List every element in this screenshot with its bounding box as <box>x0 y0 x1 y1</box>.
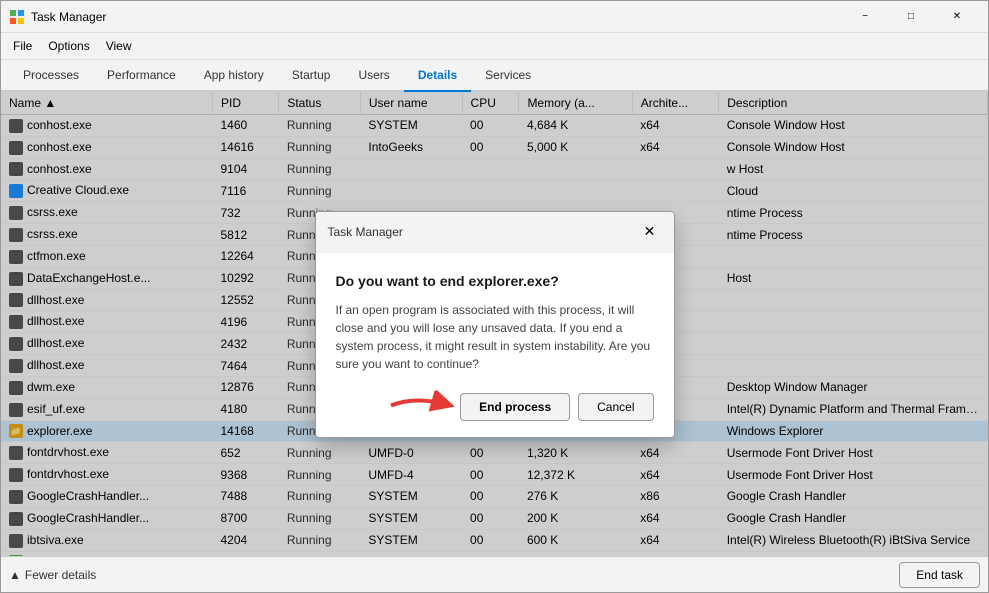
dialog-description: If an open program is associated with th… <box>336 301 654 373</box>
fewer-details-label: Fewer details <box>25 568 96 582</box>
maximize-button[interactable]: □ <box>888 1 934 33</box>
window-title: Task Manager <box>31 10 842 24</box>
minimize-button[interactable]: − <box>842 1 888 33</box>
dialog-title: Task Manager <box>328 225 638 239</box>
tab-users[interactable]: Users <box>344 60 403 92</box>
dialog-overlay: Task Manager ✕ Do you want to end explor… <box>1 92 988 556</box>
tab-performance[interactable]: Performance <box>93 60 190 92</box>
tab-details[interactable]: Details <box>404 60 471 92</box>
menu-view[interactable]: View <box>98 35 140 57</box>
dialog-body: Do you want to end explorer.exe? If an o… <box>316 253 674 437</box>
cancel-button[interactable]: Cancel <box>578 393 653 421</box>
task-manager-window: Task Manager − □ ✕ File Options View Pro… <box>0 0 989 593</box>
tab-services[interactable]: Services <box>471 60 545 92</box>
dialog-question: Do you want to end explorer.exe? <box>336 273 654 289</box>
footer: ▲ Fewer details End task <box>1 556 988 592</box>
window-controls: − □ ✕ <box>842 1 980 33</box>
tabs-bar: Processes Performance App history Startu… <box>1 60 988 92</box>
arrow-icon <box>386 390 466 420</box>
content-area: Name ▲ PID Status User name CPU Memory (… <box>1 92 988 556</box>
end-task-button[interactable]: End task <box>899 562 980 588</box>
arrow-indicator <box>386 390 466 423</box>
title-bar: Task Manager − □ ✕ <box>1 1 988 33</box>
menu-file[interactable]: File <box>5 35 40 57</box>
close-button[interactable]: ✕ <box>934 1 980 33</box>
menu-options[interactable]: Options <box>40 35 97 57</box>
app-icon <box>9 9 25 25</box>
dialog-title-bar: Task Manager ✕ <box>316 212 674 253</box>
tab-processes[interactable]: Processes <box>9 60 93 92</box>
dialog-buttons: End process Cancel <box>336 393 654 421</box>
dialog-close-button[interactable]: ✕ <box>638 220 662 244</box>
tab-startup[interactable]: Startup <box>278 60 345 92</box>
fewer-details-button[interactable]: ▲ Fewer details <box>9 568 96 582</box>
end-process-dialog: Task Manager ✕ Do you want to end explor… <box>315 211 675 438</box>
menu-bar: File Options View <box>1 33 988 60</box>
chevron-up-icon: ▲ <box>9 568 21 582</box>
tab-app-history[interactable]: App history <box>190 60 278 92</box>
end-process-button[interactable]: End process <box>460 393 570 421</box>
